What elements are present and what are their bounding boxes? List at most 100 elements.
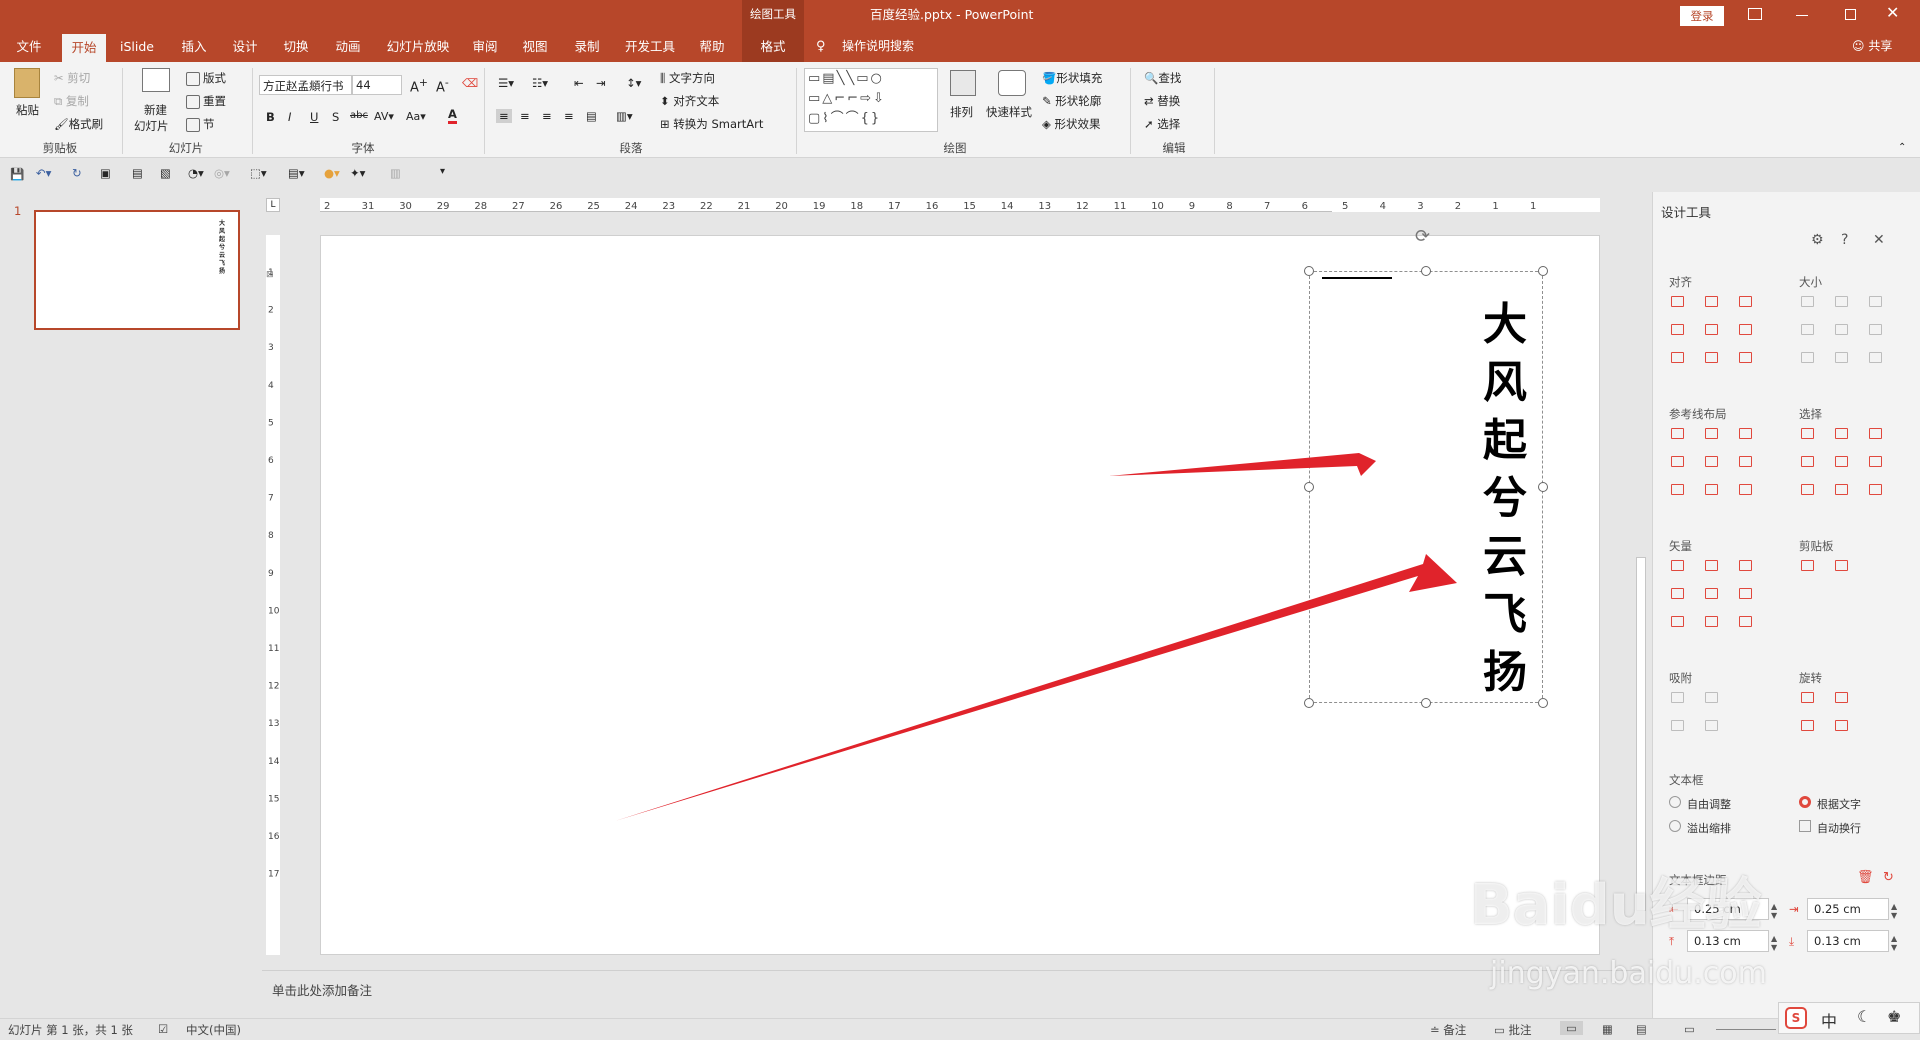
radio-fit-text[interactable] xyxy=(1799,796,1811,808)
reading-view-icon[interactable]: ▤ xyxy=(1636,1022,1647,1036)
vertical-scrollbar[interactable] xyxy=(1634,195,1648,970)
align-right-icon[interactable]: ≡ xyxy=(542,109,552,123)
spinner-arrows-icon[interactable]: ▲ ▼ xyxy=(1891,934,1897,952)
cut-button[interactable]: ✂ 剪切 xyxy=(54,70,90,86)
justify-icon[interactable]: ≡ xyxy=(564,109,574,123)
design-tool-icon[interactable] xyxy=(1705,484,1718,495)
design-tool-icon[interactable] xyxy=(1671,296,1684,307)
shapes-gallery[interactable]: ▭▤╲╲▭○ ▭△⌐⌐⇨⇩ ▢⌇⌒⌒{} xyxy=(804,68,938,132)
copy-button[interactable]: ⧉ 复制 xyxy=(54,93,89,109)
normal-view-icon[interactable]: ▭ xyxy=(1560,1021,1583,1035)
bold-icon[interactable]: B xyxy=(266,110,275,124)
design-tool-icon[interactable] xyxy=(1869,352,1882,363)
font-color-icon[interactable]: A xyxy=(448,108,457,124)
design-tool-icon[interactable] xyxy=(1671,588,1684,599)
login-button[interactable]: 登录 xyxy=(1680,6,1724,26)
grow-font-icon[interactable]: A+ xyxy=(410,76,428,95)
numbering-icon[interactable]: ☷▾ xyxy=(532,76,548,90)
layout-button[interactable]: 版式 xyxy=(186,70,226,86)
underline-icon[interactable]: U xyxy=(310,110,318,124)
design-tool-icon[interactable] xyxy=(1705,588,1718,599)
design-tool-icon[interactable] xyxy=(1705,692,1718,703)
design-tool-icon[interactable] xyxy=(1835,560,1848,571)
design-tool-icon[interactable] xyxy=(1705,560,1718,571)
screenshot-icon[interactable]: ▧ xyxy=(160,166,171,180)
align-text-button[interactable]: ⬍ 对齐文本 xyxy=(660,93,719,109)
select-button[interactable]: ➚ 选择 xyxy=(1144,116,1180,132)
shapes-icon[interactable]: ◔▾ xyxy=(188,166,204,180)
design-tool-icon[interactable] xyxy=(1835,296,1848,307)
undo-icon[interactable]: ↶▾ xyxy=(36,166,51,180)
minimize-icon[interactable] xyxy=(1796,15,1808,16)
tab-review[interactable]: 审阅 xyxy=(462,31,508,62)
moon-icon[interactable]: ☾ xyxy=(1857,1007,1871,1026)
align-center-icon[interactable]: ≡ xyxy=(520,109,530,123)
smartart-button[interactable]: ⊞ 转换为 SmartArt xyxy=(660,116,763,132)
align-icon[interactable]: ⬚▾ xyxy=(250,166,267,180)
arrange-icon[interactable] xyxy=(950,70,976,96)
spinner-arrows-icon[interactable]: ▲ ▼ xyxy=(1771,934,1777,952)
shape-outline-button[interactable]: ✎ 形状轮廓 xyxy=(1042,93,1101,109)
clear-format-icon[interactable]: ⌫ xyxy=(462,76,478,90)
design-tool-icon[interactable] xyxy=(1835,324,1848,335)
increase-indent-icon[interactable]: ⇥ xyxy=(596,76,606,90)
sogou-icon[interactable]: S xyxy=(1785,1007,1807,1029)
text-direction-button[interactable]: ⫼ 文字方向 xyxy=(660,70,715,86)
design-tool-icon[interactable] xyxy=(1739,296,1752,307)
new-slide-label-2[interactable]: 幻灯片 xyxy=(134,118,169,134)
spell-check-icon[interactable]: ☑ xyxy=(158,1022,168,1036)
spinner-arrows-icon[interactable]: ▲ ▼ xyxy=(1891,902,1897,920)
design-tool-icon[interactable] xyxy=(1801,720,1814,731)
design-tool-icon[interactable] xyxy=(1801,324,1814,335)
tab-record[interactable]: 录制 xyxy=(562,31,612,62)
new-slide-icon[interactable] xyxy=(142,68,170,92)
design-tool-icon[interactable] xyxy=(1801,692,1814,703)
design-tool-icon[interactable] xyxy=(1739,456,1752,467)
design-tool-icon[interactable] xyxy=(1739,560,1752,571)
design-tool-icon[interactable] xyxy=(1835,484,1848,495)
tab-view[interactable]: 视图 xyxy=(512,31,558,62)
tab-transitions[interactable]: 切换 xyxy=(270,31,322,62)
design-tool-icon[interactable] xyxy=(1835,456,1848,467)
share-button[interactable]: ☺ 共享 xyxy=(1852,31,1892,62)
tell-me-search[interactable]: 操作说明搜索 xyxy=(842,31,914,62)
design-tool-icon[interactable] xyxy=(1739,324,1752,335)
ribbon-display-icon[interactable] xyxy=(1748,8,1762,20)
checkbox-auto-wrap[interactable] xyxy=(1799,820,1811,832)
save-icon[interactable]: 💾 xyxy=(10,167,24,181)
bullets-icon[interactable]: ☰▾ xyxy=(498,76,514,90)
tab-insert[interactable]: 插入 xyxy=(168,31,220,62)
present-icon[interactable]: ▣ xyxy=(100,166,111,180)
tab-slideshow[interactable]: 幻灯片放映 xyxy=(378,31,458,62)
tab-developer[interactable]: 开发工具 xyxy=(616,31,684,62)
design-tool-icon[interactable] xyxy=(1671,560,1684,571)
shadow-icon[interactable]: S xyxy=(332,110,339,124)
customize-qat-icon[interactable]: ▾ xyxy=(440,166,445,177)
design-tool-icon[interactable] xyxy=(1801,560,1814,571)
tab-file[interactable]: 文件 xyxy=(8,31,50,62)
design-tool-icon[interactable] xyxy=(1671,720,1684,731)
radio-overflow[interactable] xyxy=(1669,820,1681,832)
tab-home[interactable]: 开始 xyxy=(62,34,106,62)
ime-lang-toggle[interactable]: 中 xyxy=(1821,1008,1837,1032)
design-tool-icon[interactable] xyxy=(1705,616,1718,627)
tab-format[interactable]: 格式 xyxy=(742,31,804,62)
restore-icon[interactable] xyxy=(1845,9,1856,20)
design-tool-icon[interactable] xyxy=(1801,296,1814,307)
collapse-ribbon-icon[interactable]: ⌃ xyxy=(1898,142,1906,153)
design-tool-icon[interactable] xyxy=(1739,484,1752,495)
notes-button[interactable]: ≐ 备注 xyxy=(1430,1022,1466,1038)
design-tool-icon[interactable] xyxy=(1801,456,1814,467)
design-tool-icon[interactable] xyxy=(1671,692,1684,703)
design-tool-icon[interactable] xyxy=(1835,720,1848,731)
new-slide-label-1[interactable]: 新建 xyxy=(144,102,167,118)
font-name-box[interactable]: 方正赵孟頫行书 xyxy=(259,75,352,95)
design-tool-icon[interactable] xyxy=(1705,720,1718,731)
tab-islide[interactable]: iSlide xyxy=(112,31,162,62)
format-icon[interactable]: ▤▾ xyxy=(288,166,305,180)
paste-icon[interactable] xyxy=(14,68,40,98)
design-tool-icon[interactable] xyxy=(1671,484,1684,495)
scrollbar-thumb[interactable] xyxy=(1636,557,1646,911)
settings-icon[interactable]: ⚙ xyxy=(1811,232,1824,248)
decrease-indent-icon[interactable]: ⇤ xyxy=(574,76,584,90)
